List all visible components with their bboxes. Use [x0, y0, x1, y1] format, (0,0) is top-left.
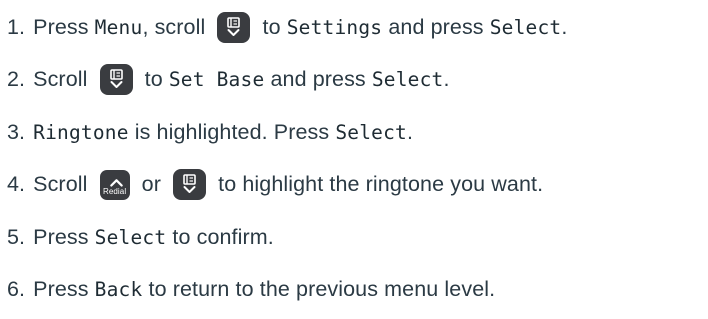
select-key-label: Select	[371, 68, 444, 92]
step-text: or	[135, 172, 168, 197]
step-text: .	[443, 67, 450, 92]
step-text: .	[561, 14, 568, 39]
step-text: is highlighted. Press	[128, 119, 336, 144]
step-text: to	[256, 14, 287, 39]
step-number: 4.	[7, 172, 26, 197]
step-text: to	[138, 67, 169, 92]
step-text: Scroll	[33, 172, 94, 197]
instruction-list: 1. Press Menu , scroll to Settings and p…	[7, 0, 567, 316]
step-text: to return to the previous menu level.	[142, 277, 496, 302]
phonebook-down-icon	[99, 64, 133, 96]
step-text: and press	[264, 67, 372, 92]
redial-label: Redial	[102, 186, 127, 196]
select-key-label: Select	[94, 225, 167, 249]
step-number: 3.	[7, 119, 26, 144]
redial-up-icon: Redial	[99, 169, 130, 200]
step-number: 5.	[7, 224, 26, 249]
step-text: to confirm.	[166, 224, 274, 249]
step-text: to highlight the ringtone you want.	[212, 172, 544, 197]
step-text: .	[406, 119, 414, 144]
step-text: Press	[33, 224, 95, 249]
menu-key-label: Menu	[94, 15, 143, 39]
step-3: 3. Ringtone is highlighted. Press Select…	[7, 106, 567, 159]
step-2: 2. Scroll to Set Base and press Select .	[7, 54, 567, 107]
back-key-label: Back	[94, 278, 143, 302]
step-6: 6. Press Back to return to the previous …	[7, 264, 567, 317]
set-base-key-label: Set Base	[168, 68, 265, 92]
step-number: 1.	[7, 14, 26, 39]
step-number: 6.	[7, 277, 26, 302]
settings-key-label: Settings	[286, 15, 383, 39]
ringtone-key-label: Ringtone	[33, 120, 129, 144]
step-5: 5. Press Select to confirm.	[7, 211, 567, 264]
step-text: Press	[33, 14, 95, 39]
phonebook-down-icon	[173, 169, 207, 201]
select-key-label: Select	[489, 15, 562, 39]
step-text: Press	[33, 277, 95, 302]
step-4: 4. Scroll Redial or to highlight the rin…	[7, 159, 567, 212]
step-1: 1. Press Menu , scroll to Settings and p…	[7, 1, 567, 54]
step-text: , scroll	[142, 14, 212, 39]
step-number: 2.	[7, 67, 26, 92]
phonebook-down-icon	[217, 11, 251, 43]
select-key-label: Select	[335, 120, 407, 144]
step-text: and press	[382, 14, 490, 39]
step-text: Scroll	[33, 67, 94, 92]
